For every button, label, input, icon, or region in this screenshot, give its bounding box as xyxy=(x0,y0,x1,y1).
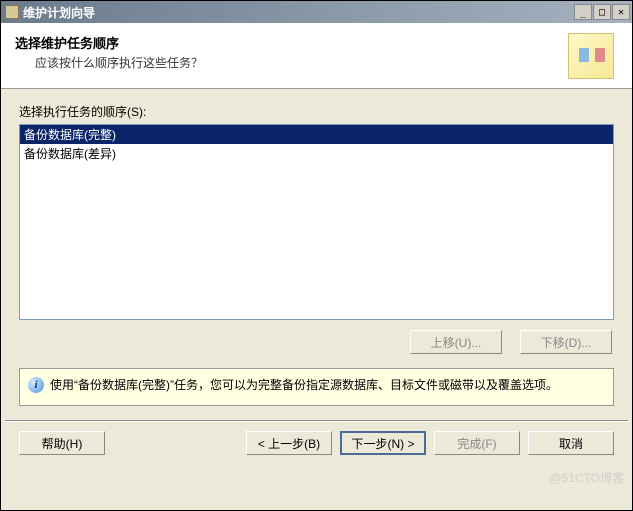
finish-button[interactable]: 完成(F) xyxy=(434,431,520,455)
footer-buttons: 帮助(H) < 上一步(B) 下一步(N) > 完成(F) 取消 xyxy=(1,421,632,465)
list-item[interactable]: 备份数据库(差异) xyxy=(20,144,613,163)
info-box: i 使用“备份数据库(完整)”任务，您可以为完整备份指定源数据库、目标文件或磁带… xyxy=(19,368,614,406)
window-title: 维护计划向导 xyxy=(23,4,570,21)
move-down-button[interactable]: 下移(D)... xyxy=(520,330,612,354)
content-area: 选择执行任务的顺序(S): 备份数据库(完整) 备份数据库(差异) 上移(U).… xyxy=(1,89,632,354)
wizard-header: 选择维护任务顺序 应该按什么顺序执行这些任务？ xyxy=(1,23,632,89)
header-text-block: 选择维护任务顺序 应该按什么顺序执行这些任务？ xyxy=(15,33,568,78)
help-button[interactable]: 帮助(H) xyxy=(19,431,105,455)
page-subtitle: 应该按什么顺序执行这些任务？ xyxy=(15,54,568,71)
wizard-window: 维护计划向导 _ □ ✕ 选择维护任务顺序 应该按什么顺序执行这些任务？ 选择执… xyxy=(0,0,633,511)
task-listbox[interactable]: 备份数据库(完整) 备份数据库(差异) xyxy=(19,124,614,320)
next-button[interactable]: 下一步(N) > xyxy=(340,431,426,455)
info-text: 使用“备份数据库(完整)”任务，您可以为完整备份指定源数据库、目标文件或磁带以及… xyxy=(50,377,558,394)
page-title: 选择维护任务顺序 xyxy=(15,33,568,52)
maximize-button[interactable]: □ xyxy=(593,4,611,20)
list-item[interactable]: 备份数据库(完整) xyxy=(20,125,613,144)
back-button[interactable]: < 上一步(B) xyxy=(246,431,332,455)
cancel-button[interactable]: 取消 xyxy=(528,431,614,455)
window-controls: _ □ ✕ xyxy=(574,4,630,20)
list-label: 选择执行任务的顺序(S): xyxy=(19,103,614,120)
watermark: @51CTO博客 xyxy=(549,469,624,486)
minimize-button[interactable]: _ xyxy=(574,4,592,20)
move-buttons: 上移(U)... 下移(D)... xyxy=(19,330,614,354)
wizard-header-icon xyxy=(568,33,614,79)
info-icon: i xyxy=(28,377,44,393)
titlebar: 维护计划向导 _ □ ✕ xyxy=(1,1,632,23)
move-up-button[interactable]: 上移(U)... xyxy=(410,330,502,354)
close-button[interactable]: ✕ xyxy=(612,4,630,20)
app-icon xyxy=(5,5,19,19)
